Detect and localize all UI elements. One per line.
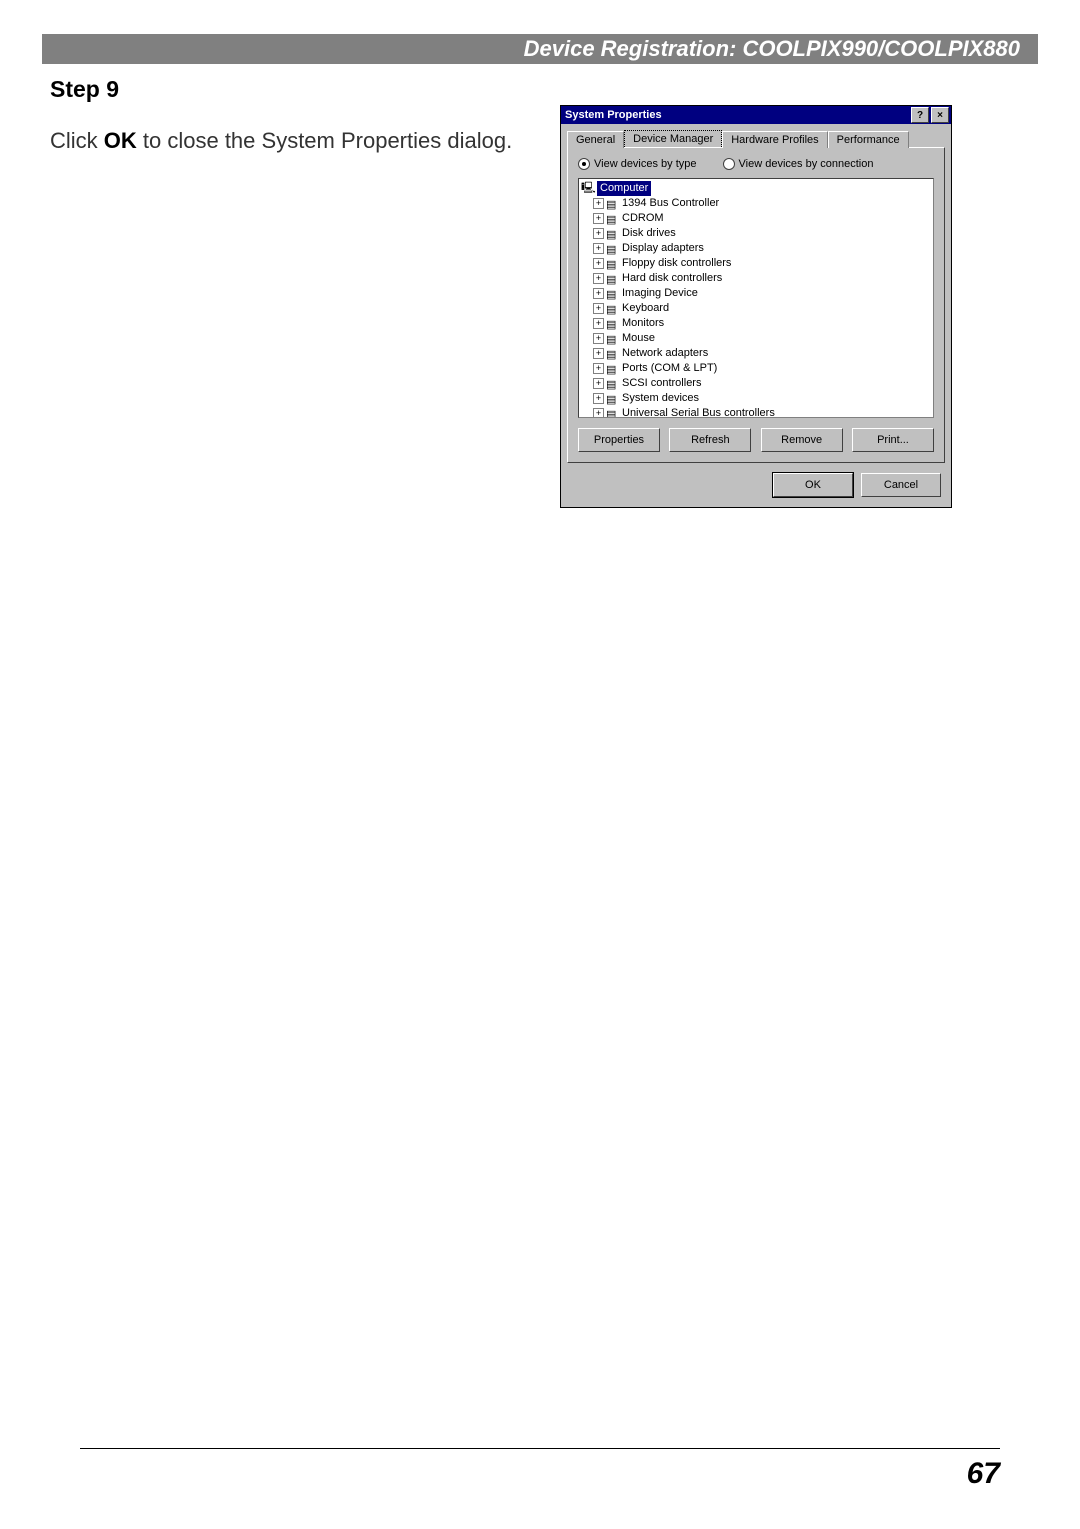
expand-icon[interactable]: + [593, 303, 604, 314]
device-icon: ▤ [606, 348, 620, 360]
tree-item[interactable]: +▤SCSI controllers [581, 376, 931, 391]
radio-dot-icon [723, 158, 735, 170]
computer-icon: 🖳 [581, 181, 595, 193]
device-icon: ▤ [606, 333, 620, 345]
section-header: Device Registration: COOLPIX990/COOLPIX8… [42, 34, 1038, 64]
device-icon: ▤ [606, 198, 620, 210]
tree-item-label: CDROM [622, 211, 664, 226]
radio-view-by-connection[interactable]: View devices by connection [723, 158, 874, 170]
radio-conn-label: View devices by connection [739, 158, 874, 170]
tab-performance[interactable]: Performance [828, 131, 909, 148]
expand-icon[interactable]: + [593, 378, 604, 389]
tree-item-label: Monitors [622, 316, 664, 331]
expand-icon[interactable]: + [593, 228, 604, 239]
tree-item[interactable]: +▤1394 Bus Controller [581, 196, 931, 211]
tree-item[interactable]: +▤Disk drives [581, 226, 931, 241]
page-number: 67 [967, 1457, 1000, 1491]
tree-item[interactable]: +▤Network adapters [581, 346, 931, 361]
expand-icon[interactable]: + [593, 363, 604, 374]
cancel-button[interactable]: Cancel [861, 473, 941, 497]
instruction-text: Click OK to close the System Properties … [50, 127, 530, 155]
tree-item[interactable]: +▤Ports (COM & LPT) [581, 361, 931, 376]
tab-strip: General Device Manager Hardware Profiles… [561, 124, 951, 147]
radio-type-label: View devices by type [594, 158, 697, 170]
device-icon: ▤ [606, 408, 620, 419]
tree-item-label: Disk drives [622, 226, 676, 241]
tab-general[interactable]: General [567, 131, 624, 148]
expand-icon[interactable]: + [593, 288, 604, 299]
tree-item[interactable]: +▤Mouse [581, 331, 931, 346]
tree-item-label: Imaging Device [622, 286, 698, 301]
device-icon: ▤ [606, 318, 620, 330]
expand-icon[interactable]: + [593, 273, 604, 284]
tab-device-manager[interactable]: Device Manager [624, 130, 722, 147]
instruction-pre: Click [50, 128, 104, 153]
device-icon: ▤ [606, 213, 620, 225]
device-icon: ▤ [606, 303, 620, 315]
tab-body: View devices by type View devices by con… [567, 147, 945, 463]
device-tree[interactable]: 🖳Computer +▤1394 Bus Controller+▤CDROM+▤… [578, 178, 934, 418]
tree-item-label: Hard disk controllers [622, 271, 722, 286]
tree-item-label: Universal Serial Bus controllers [622, 406, 775, 418]
properties-button[interactable]: Properties [578, 428, 660, 452]
tree-item-label: System devices [622, 391, 699, 406]
close-button[interactable]: × [931, 107, 949, 123]
tree-root[interactable]: Computer [597, 181, 651, 196]
device-icon: ▤ [606, 243, 620, 255]
tree-item[interactable]: +▤Display adapters [581, 241, 931, 256]
expand-icon[interactable]: + [593, 348, 604, 359]
device-icon: ▤ [606, 393, 620, 405]
device-icon: ▤ [606, 363, 620, 375]
ok-button[interactable]: OK [773, 473, 853, 497]
dialog-titlebar: System Properties ? × [561, 106, 951, 124]
tree-item-label: 1394 Bus Controller [622, 196, 719, 211]
help-button[interactable]: ? [911, 107, 929, 123]
print-button[interactable]: Print... [852, 428, 934, 452]
system-properties-dialog: System Properties ? × General Device Man… [560, 105, 952, 508]
tree-item[interactable]: +▤Monitors [581, 316, 931, 331]
radio-dot-icon [578, 158, 590, 170]
tree-item[interactable]: +▤System devices [581, 391, 931, 406]
tree-item[interactable]: +▤Imaging Device [581, 286, 931, 301]
expand-icon[interactable]: + [593, 213, 604, 224]
tree-item-label: Ports (COM & LPT) [622, 361, 717, 376]
expand-icon[interactable]: + [593, 198, 604, 209]
dialog-title: System Properties [563, 109, 909, 121]
step-heading: Step 9 [50, 76, 1030, 103]
device-icon: ▤ [606, 228, 620, 240]
instruction-bold: OK [104, 128, 137, 153]
radio-view-by-type[interactable]: View devices by type [578, 158, 697, 170]
instruction-post: to close the System Properties dialog. [137, 128, 512, 153]
tree-item-label: SCSI controllers [622, 376, 701, 391]
tree-item-label: Display adapters [622, 241, 704, 256]
expand-icon[interactable]: + [593, 393, 604, 404]
expand-icon[interactable]: + [593, 258, 604, 269]
device-icon: ▤ [606, 258, 620, 270]
device-icon: ▤ [606, 273, 620, 285]
remove-button[interactable]: Remove [761, 428, 843, 452]
expand-icon[interactable]: + [593, 318, 604, 329]
expand-icon[interactable]: + [593, 243, 604, 254]
device-icon: ▤ [606, 378, 620, 390]
tree-item-label: Mouse [622, 331, 655, 346]
expand-icon[interactable]: + [593, 408, 604, 418]
tree-item-label: Network adapters [622, 346, 708, 361]
device-icon: ▤ [606, 288, 620, 300]
tree-item[interactable]: +▤Hard disk controllers [581, 271, 931, 286]
tree-item-label: Floppy disk controllers [622, 256, 731, 271]
tree-item[interactable]: +▤Floppy disk controllers [581, 256, 931, 271]
refresh-button[interactable]: Refresh [669, 428, 751, 452]
tab-hardware-profiles[interactable]: Hardware Profiles [722, 131, 827, 148]
section-title: Device Registration: COOLPIX990/COOLPIX8… [524, 36, 1020, 62]
footer-rule [80, 1448, 1000, 1449]
tree-item[interactable]: +▤Universal Serial Bus controllers [581, 406, 931, 418]
tree-item[interactable]: +▤Keyboard [581, 301, 931, 316]
tree-item-label: Keyboard [622, 301, 669, 316]
expand-icon[interactable]: + [593, 333, 604, 344]
tree-item[interactable]: +▤CDROM [581, 211, 931, 226]
